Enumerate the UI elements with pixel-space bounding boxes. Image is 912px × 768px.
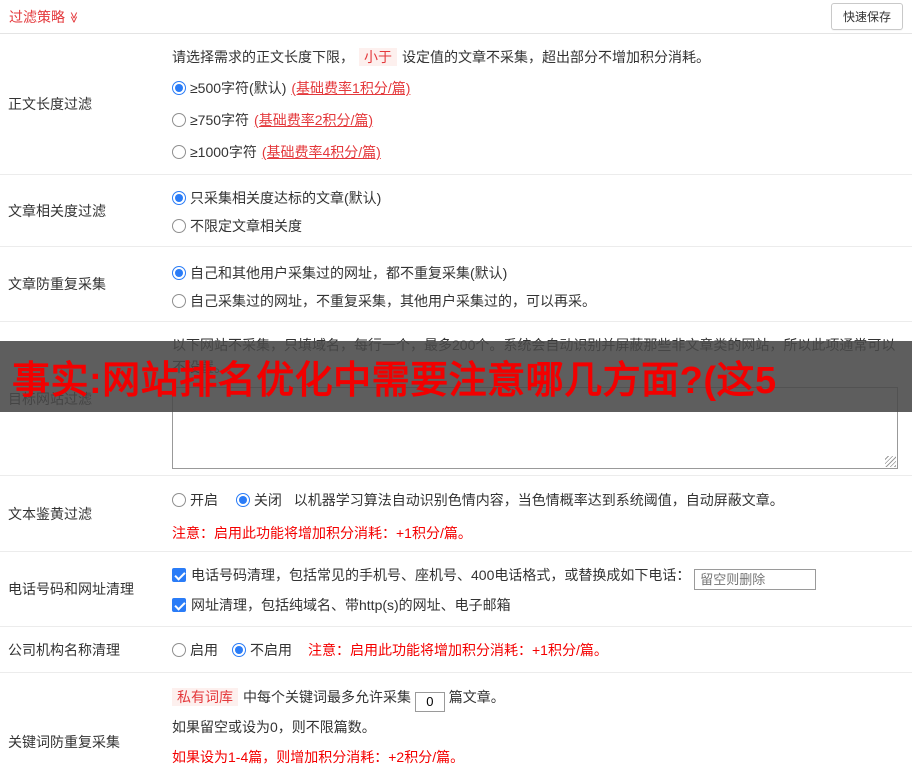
option-label: 不限定文章相关度 <box>190 218 302 234</box>
watermark-banner: 事实:网站排名优化中需要注意哪几方面?(这5 <box>0 341 912 412</box>
porn-filter-options: 开启 关闭 以机器学习算法自动识别色情内容，当色情概率达到系统阈值，自动屏蔽文章… <box>172 488 904 512</box>
radio-icon[interactable] <box>172 113 186 127</box>
content-length-option-750[interactable]: ≥750字符 (基础费率2积分/篇) <box>172 104 904 136</box>
row-content-length-label: 正文长度过滤 <box>8 96 92 112</box>
option-label: ≥500字符(默认) <box>190 80 287 96</box>
watermark-text: 事实:网站排名优化中需要注意哪几方面?(这5 <box>12 360 777 402</box>
porn-filter-option-off[interactable]: 关闭 <box>235 492 286 508</box>
topbar: 过滤策略 ≫ 快速保存 <box>0 0 912 34</box>
content-length-option-500[interactable]: ≥500字符(默认) (基础费率1积分/篇) <box>172 72 904 104</box>
option-label: 网址清理，包括纯域名、带http(s)的网址、电子邮箱 <box>191 597 511 613</box>
option-label: 自己和其他用户采集过的网址，都不重复采集(默认) <box>190 265 508 281</box>
keyword-limit-text: 中每个关键词最多允许采集 <box>243 689 411 705</box>
fee-rate-link[interactable]: (基础费率1积分/篇) <box>291 80 410 96</box>
option-label: 启用 <box>190 641 218 658</box>
dedup-option-self[interactable]: 自己采集过的网址，不重复采集，其他用户采集过的，可以再采。 <box>172 287 904 315</box>
option-label: 电话号码清理，包括常见的手机号、座机号、400电话格式，或替换成如下电话： <box>191 567 691 583</box>
row-dedup-label: 文章防重复采集 <box>8 276 106 292</box>
content-length-option-1000[interactable]: ≥1000字符 (基础费率4积分/篇) <box>172 136 904 168</box>
quick-save-button[interactable]: 快速保存 <box>830 3 903 30</box>
row-relevance-label: 文章相关度过滤 <box>8 202 106 219</box>
row-content-length: 正文长度过滤 请选择需求的正文长度下限， 小于 设定值的文章不采集，超出部分不增加积… <box>0 34 912 175</box>
row-keyword-dedup-label: 关键词防重复采集 <box>8 733 120 750</box>
option-label: 自己采集过的网址，不重复采集，其他用户采集过的，可以再采。 <box>190 293 596 309</box>
radio-icon[interactable] <box>172 266 186 280</box>
radio-icon[interactable] <box>172 294 186 308</box>
keyword-limit-line: 私有词库中每个关键词最多允许采集 篇文章。 <box>172 682 904 712</box>
company-option-on[interactable]: 启用 <box>172 640 218 660</box>
content-length-intro: 请选择需求的正文长度下限， 小于 设定值的文章不采集，超出部分不增加积分消耗。 <box>172 46 904 68</box>
radio-icon[interactable] <box>172 493 186 507</box>
radio-icon[interactable] <box>235 493 250 507</box>
option-label: ≥750字符 <box>190 112 250 128</box>
row-porn-filter-label: 文本鉴黄过滤 <box>8 505 92 522</box>
porn-filter-description: 以机器学习算法自动识别色情内容，当色情概率达到系统阈值，自动屏蔽文章。 <box>293 492 784 508</box>
fee-rate-link[interactable]: (基础费率4积分/篇) <box>262 144 381 160</box>
keyword-limit-input[interactable] <box>414 691 445 712</box>
keyword-rule-1-4: 如果设为1-4篇，则增加积分消耗：+2积分/篇。 <box>172 749 465 765</box>
intro-highlight: 小于 <box>359 48 397 66</box>
intro-after: 设定值的文章不采集，超出部分不增加积分消耗。 <box>402 49 710 65</box>
radio-icon[interactable] <box>172 191 186 205</box>
row-phone-url: 电话号码和网址清理 电话号码清理，包括常见的手机号、座机号、400电话格式，或替… <box>0 552 912 627</box>
page-title-text: 过滤策略 <box>9 8 65 25</box>
url-cleanup-option[interactable]: 网址清理，包括纯域名、带http(s)的网址、电子邮箱 <box>172 590 904 620</box>
private-lexicon-tag: 私有词库 <box>172 688 238 706</box>
option-label: 关闭 <box>253 492 282 508</box>
row-phone-url-label: 电话号码和网址清理 <box>8 581 134 597</box>
checkbox-icon[interactable] <box>172 568 186 582</box>
dedup-option-global[interactable]: 自己和其他用户采集过的网址，都不重复采集(默认) <box>172 259 904 287</box>
radio-icon[interactable] <box>232 642 246 657</box>
radio-icon[interactable] <box>172 219 186 233</box>
row-dedup: 文章防重复采集 自己和其他用户采集过的网址，都不重复采集(默认) 自己采集过的网… <box>0 247 912 322</box>
textarea-resize-grip-icon[interactable] <box>885 456 896 467</box>
porn-filter-note: 注意：启用此功能将增加积分消耗：+1积分/篇。 <box>172 525 472 541</box>
company-note: 注意：启用此功能将增加积分消耗：+1积分/篇。 <box>308 641 608 658</box>
intro-before: 请选择需求的正文长度下限， <box>172 49 354 65</box>
keyword-limit-suffix: 篇文章。 <box>448 689 505 705</box>
option-label: 只采集相关度达标的文章(默认) <box>190 190 382 206</box>
row-company: 公司机构名称清理 启用 不启用 注意：启用此功能将增加积分消耗：+1积分/篇。 <box>0 627 912 673</box>
filter-strategy-page: 过滤策略 ≫ 快速保存 正文长度过滤 请选择需求的正文长度下限， 小于 设定值的文章不… <box>0 0 912 768</box>
phone-cleanup-option[interactable]: 电话号码清理，包括常见的手机号、座机号、400电话格式，或替换成如下电话： <box>172 560 904 590</box>
row-porn-filter: 文本鉴黄过滤 开启 关闭 以机器学习算法自动识别色情内容，当色情概率达到系统阈值… <box>0 476 912 552</box>
row-company-label: 公司机构名称清理 <box>8 641 120 658</box>
row-keyword-dedup: 关键词防重复采集 私有词库中每个关键词最多允许采集 篇文章。 如果留空或设为0，… <box>0 673 912 768</box>
option-label: 开启 <box>190 492 218 508</box>
relevance-option-any[interactable]: 不限定文章相关度 <box>172 212 904 240</box>
row-relevance: 文章相关度过滤 只采集相关度达标的文章(默认) 不限定文章相关度 <box>0 175 912 247</box>
radio-icon[interactable] <box>172 81 186 95</box>
keyword-rule-zero: 如果留空或设为0，则不限篇数。 <box>172 719 376 735</box>
page-title[interactable]: 过滤策略 ≫ <box>9 7 80 27</box>
fee-rate-link[interactable]: (基础费率2积分/篇) <box>254 112 373 128</box>
radio-icon[interactable] <box>172 642 186 657</box>
chevron-double-down-icon: ≫ <box>67 11 80 23</box>
company-option-off[interactable]: 不启用 <box>232 640 292 660</box>
radio-icon[interactable] <box>172 145 186 159</box>
porn-filter-option-on[interactable]: 开启 <box>172 492 222 508</box>
checkbox-icon[interactable] <box>172 598 186 612</box>
replacement-phone-input[interactable] <box>694 569 817 590</box>
option-label: 不启用 <box>250 641 292 658</box>
option-label: ≥1000字符 <box>190 144 257 160</box>
relevance-option-strict[interactable]: 只采集相关度达标的文章(默认) <box>172 184 904 212</box>
